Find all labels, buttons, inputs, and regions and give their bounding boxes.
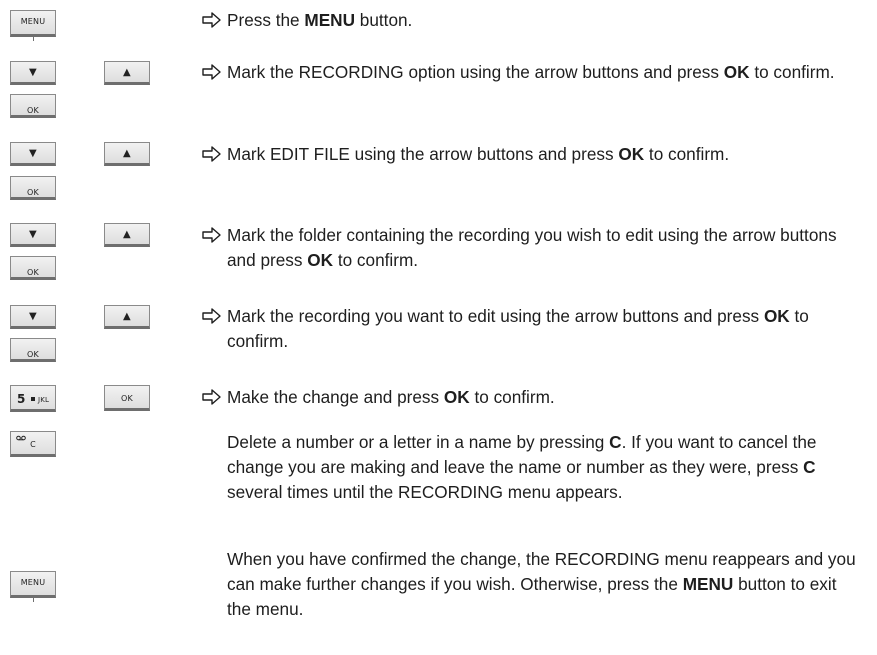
five-jkl-button[interactable]: 5 JKL <box>10 385 56 412</box>
down-arrow-icon: ▼ <box>29 67 37 78</box>
up-arrow-icon: ▲ <box>123 311 131 322</box>
delete-instructions: Delete a number or a letter in a name by… <box>227 432 817 502</box>
clear-button[interactable]: C <box>10 431 56 457</box>
up-arrow-button[interactable]: ▲ <box>104 305 150 329</box>
up-arrow-icon: ▲ <box>123 148 131 159</box>
ok-button-label: OK <box>121 394 133 403</box>
down-arrow-button[interactable]: ▼ <box>10 142 56 166</box>
arrow-right-icon <box>202 389 221 405</box>
ok-button-label: OK <box>27 268 39 277</box>
menu-button[interactable]: MENU <box>10 571 56 602</box>
arrow-right-icon <box>202 227 221 243</box>
step-3: Mark EDIT FILE using the arrow buttons a… <box>227 144 730 164</box>
up-arrow-button[interactable]: ▲ <box>104 142 150 166</box>
up-arrow-icon: ▲ <box>123 67 131 78</box>
step-1: Press the MENU button. <box>227 10 413 30</box>
arrow-right-icon <box>202 308 221 324</box>
ok-button[interactable]: OK <box>10 176 56 200</box>
menu-button[interactable]: MENU <box>10 10 56 41</box>
ok-button[interactable]: OK <box>10 256 56 280</box>
clear-button-label: C <box>30 440 36 449</box>
ok-button[interactable]: OK <box>10 94 56 118</box>
confirm-instructions: When you have confirmed the change, the … <box>227 549 856 619</box>
arrow-right-icon <box>202 12 221 28</box>
up-arrow-button[interactable]: ▲ <box>104 61 150 85</box>
up-arrow-icon: ▲ <box>123 229 131 240</box>
step-4: Mark the folder containing the recording… <box>227 225 837 270</box>
down-arrow-icon: ▼ <box>29 148 37 159</box>
down-arrow-button[interactable]: ▼ <box>10 61 56 85</box>
menu-button-label: MENU <box>20 17 46 26</box>
ok-button-label: OK <box>27 188 39 197</box>
arrow-right-icon <box>202 146 221 162</box>
step-5: Mark the recording you want to edit usin… <box>227 306 809 351</box>
five-jkl-letters: JKL <box>38 396 50 404</box>
down-arrow-button[interactable]: ▼ <box>10 305 56 329</box>
down-arrow-icon: ▼ <box>29 229 37 240</box>
step-2: Mark the RECORDING option using the arro… <box>227 62 835 82</box>
ok-button-label: OK <box>27 350 39 359</box>
ok-button-label: OK <box>27 106 39 115</box>
ok-button[interactable]: OK <box>104 385 150 411</box>
down-arrow-button[interactable]: ▼ <box>10 223 56 247</box>
down-arrow-icon: ▼ <box>29 311 37 322</box>
up-arrow-button[interactable]: ▲ <box>104 223 150 247</box>
ok-button[interactable]: OK <box>10 338 56 362</box>
menu-button-label: MENU <box>20 578 46 587</box>
step-6: Make the change and press OK to confirm. <box>227 387 555 407</box>
arrow-right-icon <box>202 64 221 80</box>
